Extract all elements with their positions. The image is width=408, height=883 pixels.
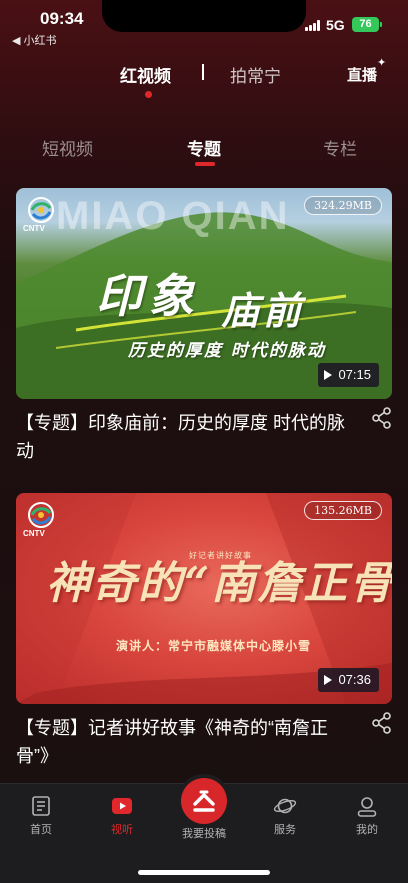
video-play-icon <box>112 798 132 814</box>
video-title[interactable]: 【专题】印象庙前：历史的厚度 时代的脉动 <box>16 409 392 465</box>
top-tabs: 红视频 拍常宁 直播 ✦ <box>0 57 408 98</box>
tab-red-video[interactable]: 红视频 <box>120 62 171 87</box>
user-icon <box>357 797 377 817</box>
share-icon[interactable] <box>372 712 392 734</box>
thumb-subtitle: 历史的厚度 时代的脉动 <box>128 341 326 361</box>
video-thumbnail[interactable]: CNTV 135.26MB 好记者讲好故事 神奇的“南詹正骨” 演讲人：常宁市融… <box>16 493 392 704</box>
nav-profile[interactable]: 我的 <box>332 794 402 837</box>
live-button[interactable]: 直播 <box>347 64 377 85</box>
nav-video[interactable]: 视听 <box>87 794 157 837</box>
thumb-speaker: 演讲人：常宁市融媒体中心滕小雪 <box>116 639 312 653</box>
sparkle-icon: ✦ <box>377 57 387 69</box>
video-title[interactable]: 【专题】记者讲好故事《神奇的“南詹正骨”》 <box>16 714 392 770</box>
tab-divider <box>202 64 204 80</box>
duration-text: 07:36 <box>338 672 371 687</box>
tab-pai-changning[interactable]: 拍常宁 <box>230 62 281 87</box>
duration-badge: 07:36 <box>318 668 379 692</box>
home-doc-icon <box>32 796 50 816</box>
thumb-title: 神奇的“南詹正骨” <box>46 558 392 609</box>
active-tab-dot <box>145 91 152 98</box>
file-size-badge: 324.29MB <box>304 196 382 215</box>
tab-topics[interactable]: 专题 <box>187 135 221 160</box>
nav-profile-label: 我的 <box>356 824 378 836</box>
video-thumbnail[interactable]: MIAO QIAN CNTV 324.29MB 印象 庙前 历史的厚度 时代的脉… <box>16 188 392 399</box>
watermark-text: MIAO QIAN <box>56 194 290 238</box>
active-tab-indicator <box>195 162 215 166</box>
thumb-title-line1: 印象 <box>96 269 200 323</box>
sub-tabs: 短视频 专题 专栏 <box>0 135 408 166</box>
status-bar: 09:34 ◀ 小红书 5G 76 <box>0 0 408 48</box>
tab-columns[interactable]: 专栏 <box>323 135 357 160</box>
upload-button[interactable] <box>181 778 227 824</box>
signal-icon <box>305 20 321 31</box>
duration-badge: 07:15 <box>318 363 379 387</box>
bottom-nav: 首页 视听 我要投稿 服务 我的 <box>0 778 408 883</box>
share-icon[interactable] <box>372 407 392 429</box>
nav-home-label: 首页 <box>30 824 52 836</box>
video-card[interactable]: MIAO QIAN CNTV 324.29MB 印象 庙前 历史的厚度 时代的脉… <box>16 188 392 465</box>
upload-icon <box>193 790 215 812</box>
app-screen: 09:34 ◀ 小红书 5G 76 红视频 拍常宁 直播 ✦ 短视频 专题 专栏 <box>0 0 408 883</box>
logo-text: CNTV <box>23 529 45 538</box>
planet-icon <box>273 798 297 814</box>
play-icon <box>324 370 333 380</box>
nav-home[interactable]: 首页 <box>6 794 76 837</box>
back-to-app-link[interactable]: ◀ 小红书 <box>12 32 57 48</box>
status-time: 09:34 <box>40 9 84 28</box>
duration-text: 07:15 <box>338 367 371 382</box>
play-icon <box>324 675 333 685</box>
logo-text: CNTV <box>23 224 45 233</box>
tab-short-video[interactable]: 短视频 <box>42 135 93 160</box>
notch <box>102 0 306 32</box>
file-size-badge: 135.26MB <box>304 501 382 520</box>
nav-video-label: 视听 <box>111 824 133 836</box>
video-card[interactable]: CNTV 135.26MB 好记者讲好故事 神奇的“南詹正骨” 演讲人：常宁市融… <box>16 493 392 770</box>
battery-icon: 76 <box>352 17 382 32</box>
network-type: 5G <box>326 17 345 33</box>
nav-services-label: 服务 <box>274 824 296 836</box>
nav-services[interactable]: 服务 <box>250 794 320 837</box>
home-indicator <box>138 870 270 875</box>
nav-upload-label: 我要投稿 <box>182 828 226 840</box>
thumb-title-line2: 庙前 <box>221 288 306 333</box>
